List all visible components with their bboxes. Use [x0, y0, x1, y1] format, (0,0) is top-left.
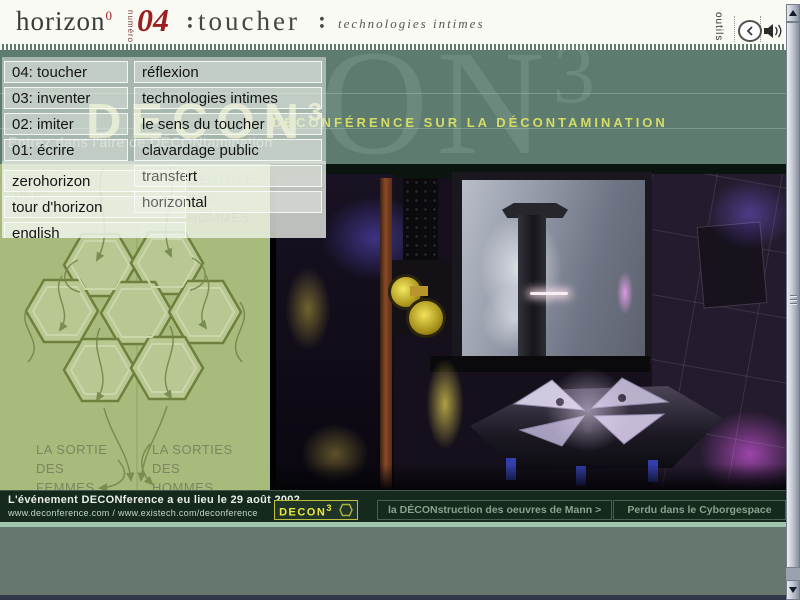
nav-item-tour-dhorizon[interactable]: tour d'horizon — [4, 196, 186, 218]
horizon-logo[interactable]: horizon0 — [16, 6, 113, 37]
nav-item-02-imiter[interactable]: 02: imiter — [4, 113, 128, 135]
nav-item-03-inventer[interactable]: 03: inventer — [4, 87, 128, 109]
colon-separator: : — [186, 8, 194, 35]
nav-item-01-ecrire[interactable]: 01: écrire — [4, 139, 128, 161]
deconstruction-mann-link[interactable]: la DÉCONstruction des oeuvres de Mann > — [377, 500, 612, 520]
nav-item-sens-du-toucher[interactable]: le sens du toucher — [134, 113, 322, 135]
numero-label: numéro — [126, 10, 135, 44]
decon-button[interactable]: DECON3 — [274, 500, 358, 520]
logo-superscript: 0 — [105, 8, 113, 23]
vertical-scrollbar[interactable] — [786, 4, 800, 600]
bottom-edge — [0, 595, 800, 600]
page-title: DÉCONFÉRENCE SUR LA DÉCONTAMINATION — [272, 115, 668, 130]
issue-title: toucher — [198, 6, 300, 37]
photo-floor-shade — [270, 464, 786, 490]
nav-item-technologies-intimes[interactable]: technologies intimes — [134, 87, 322, 109]
tools-label[interactable]: outils — [713, 12, 724, 44]
nav-item-reflexion[interactable]: réflexion — [134, 61, 322, 83]
scrollbar-down-icon — [789, 587, 797, 593]
scrollbar-up-icon — [789, 10, 797, 16]
event-announcement: L'événement DECONference a eu lieu le 29… — [8, 494, 300, 506]
scrollbar-thumb[interactable] — [786, 22, 800, 568]
scroll-up-button[interactable] — [786, 4, 800, 22]
nav-item-clavardage-public[interactable]: clavardage public — [134, 139, 322, 161]
divider — [734, 16, 735, 42]
photo-yellow-glow — [278, 254, 338, 364]
exit-men-label: LA SORTIES DES HOMMES — [152, 440, 233, 490]
speaker-icon[interactable] — [762, 22, 784, 45]
nav-item-zerohorizon[interactable]: zerohorizon — [4, 170, 186, 192]
event-urls: www.deconference.com / www.existech.com/… — [8, 508, 258, 518]
issue-number: 04 — [137, 2, 169, 39]
footer-bar: L'événement DECONference a eu lieu le 29… — [0, 490, 786, 522]
photo-yellow-glow — [420, 344, 470, 464]
nav-item-english[interactable]: english — [4, 222, 186, 238]
navigation-overlay: 04: toucher 03: inventer 02: imiter 01: … — [2, 57, 326, 238]
nav-item-04-toucher[interactable]: 04: toucher — [4, 61, 128, 83]
perforated-edge — [0, 44, 786, 50]
scroll-down-button[interactable] — [786, 580, 800, 600]
hexagon-icon — [339, 503, 353, 517]
decontamination-photo — [270, 164, 786, 490]
chevron-circle-icon[interactable] — [738, 20, 762, 42]
exit-women-label: LA SORTIE DES FEMMES — [36, 440, 107, 490]
cyborgespace-link[interactable]: Perdu dans le Cyborgespace > — [613, 500, 786, 520]
deconference-page: horizon0 numéro 04 : toucher : technolog… — [0, 0, 800, 600]
bottom-margin-area — [0, 527, 786, 595]
decon-watermark: ON3 — [320, 28, 603, 178]
chevron-glyph — [745, 26, 755, 36]
